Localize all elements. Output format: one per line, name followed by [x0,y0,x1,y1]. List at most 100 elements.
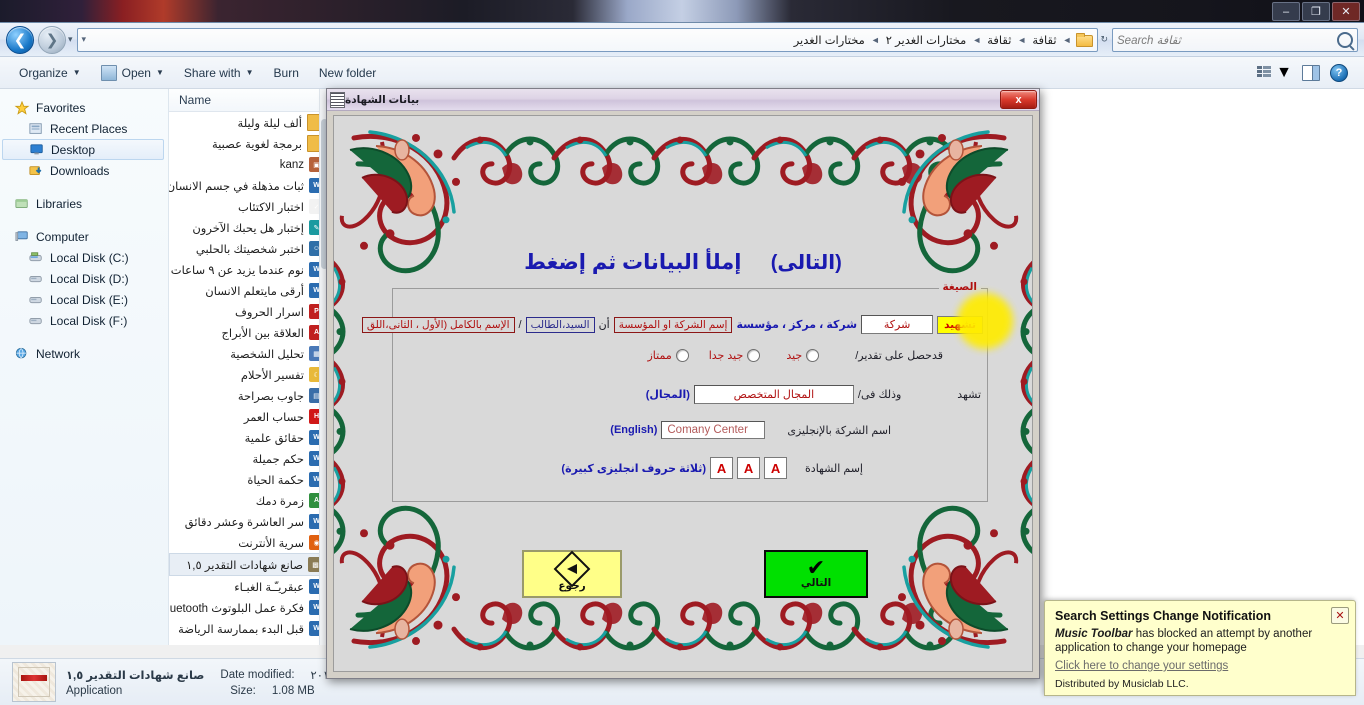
file-list-item[interactable]: ▣ kanz [169,154,329,175]
sidebar-item-label: Recent Places [50,121,128,136]
certificate-name-row: إسم الشهادة A A A (ثلاثة حروف انجليزى كب… [561,457,863,479]
file-list-item[interactable]: W حقائق علمية [169,427,329,448]
share-with-button[interactable]: Share with ▼ [175,62,263,84]
dialog-body: (التالى) إملأ البيانات ثم إضغط الصيغة تش… [333,115,1033,672]
dialog-heading: (التالى) إملأ البيانات ثم إضغط [334,250,1032,275]
sidebar-item-libraries[interactable]: Libraries [0,193,168,214]
letter-box-0[interactable]: A [764,457,788,479]
file-list-item[interactable]: H حساب العمر [169,406,329,427]
file-list-item[interactable]: ▩ صانع شهادات التقدير ١,٥ [169,553,329,576]
file-list-item[interactable]: W سر العاشرة وعشر دقائق [169,511,329,532]
file-list-item[interactable]: ▦ تحليل الشخصية [169,343,329,364]
folder-icon [1076,33,1094,47]
share-with-label: Share with [183,65,241,80]
file-list-item[interactable]: W حكم جميلة [169,448,329,469]
entity-input[interactable]: شركة [861,315,934,334]
testify-label: تشهد [957,389,981,401]
preview-pane-icon[interactable] [1302,64,1320,81]
sidebar-item-local-disk-f[interactable]: Local Disk (F:) [0,310,168,331]
file-name: زمرة دمك [255,495,304,508]
sidebar-item-computer[interactable]: Computer [0,226,168,247]
file-list-item[interactable]: W أرقى مايتعلم الانسان [169,280,329,301]
next-button-label: التالي [800,577,832,589]
change-view-button[interactable]: ▼ [1257,64,1292,82]
file-list-item[interactable]: W قبل البدء بممارسة الرياضة [169,618,329,639]
file-list-item[interactable]: W نوم عندما يزيد عن ٩ ساعات [169,259,329,280]
sidebar-item-recent-places[interactable]: Recent Places [0,118,168,139]
dialog-title-bar[interactable]: بيانات الشهادة x [327,89,1039,111]
grade-radio-1[interactable] [747,349,761,362]
notification-close-icon[interactable]: ✕ [1331,607,1349,624]
dialog-close-button[interactable]: x [1000,90,1037,109]
file-list-item[interactable]: ✓ اختبار الاكتئاب [169,196,329,217]
sidebar-item-local-disk-d[interactable]: Local Disk (D:) [0,268,168,289]
file-list-item[interactable]: ألف ليلة وليلة [169,112,329,133]
open-button[interactable]: Open ▼ [92,61,173,85]
field-input[interactable]: المجال المتخصص [693,385,854,404]
back-button[interactable]: رجوع [522,550,622,598]
open-label: Open [121,65,151,80]
file-list-item[interactable]: A العلاقة بين الأبراج [169,322,329,343]
sidebar-item-desktop[interactable]: Desktop [2,139,164,160]
file-list-item[interactable]: W حكمة الحياة [169,469,329,490]
search-input[interactable]: Search ثقافة [1112,27,1358,52]
file-list-item[interactable]: P اسرار الحروف [169,301,329,322]
file-list-item[interactable]: ▤ جاوب بصراحة [169,385,329,406]
file-list: ألف ليلة وليلة برمجة لغوية عصبية ▣ kanz W ثبا… [169,112,329,639]
heading-paren: (التالى) [770,252,842,274]
file-list-item[interactable]: Wفكرة عمل البلوتوث Bluetooth [169,597,329,618]
help-icon[interactable]: ? [1330,63,1348,82]
file-name: إختبار هل يحبك الآخرون [192,222,304,235]
person-title-box[interactable]: السيد،الطالب [525,316,595,333]
grade-radio-2[interactable] [675,349,689,362]
word-an-label: أن [598,319,610,331]
sidebar-item-network[interactable]: Network [0,343,168,364]
org-name-box[interactable]: إسم الشركة او المؤسسة [613,316,733,333]
address-bar[interactable]: ◄ ثقافة ◄ ثقافة ◄ مختارات الغدير ٢ ◄ مخت… [76,27,1099,52]
breadcrumb-item-1[interactable]: ثقافة [984,32,1014,48]
letter-box-2[interactable]: A [710,457,734,479]
breadcrumb-item-3[interactable]: مختارات الغدير [791,32,868,48]
address-dropdown-icon[interactable]: ▾ [81,34,88,45]
file-list-item[interactable]: W ثبات مذهلة في جسم الانسان [169,175,329,196]
file-list-item[interactable]: A زمرة دمك [169,490,329,511]
file-list-item[interactable]: ☾ تفسير الأحلام [169,364,329,385]
grade-radio-0[interactable] [806,349,820,362]
command-toolbar: Organize ▼ Open ▼ Share with ▼ Burn New … [0,57,1364,89]
file-list-item[interactable]: W عبقريـّـة الغبـاء [169,576,329,597]
file-list-item[interactable]: ◉ سرية الأنترنت [169,532,329,553]
full-name-hint-box[interactable]: الإسم بالكامل (الأول ، الثانى،اللق [361,316,515,333]
file-list-item[interactable]: ☺ اختبر شخصيتك بالحلبي [169,238,329,259]
maximize-button[interactable]: ❐ [1302,2,1330,21]
file-name: حكمة الحياة [247,474,304,487]
column-header-name[interactable]: Name [169,89,329,112]
new-folder-button[interactable]: New folder [310,62,385,84]
sidebar-item-local-disk-e[interactable]: Local Disk (E:) [0,289,168,310]
sidebar-item-favorites[interactable]: Favorites [0,97,168,118]
back-icon[interactable]: ❮ [6,25,34,54]
refresh-icon[interactable]: ↻ [1100,34,1108,45]
status-date-modified-label: Date modified: [220,668,295,681]
close-button[interactable]: ✕ [1332,2,1360,21]
file-name: حكم جميلة [252,453,304,466]
history-chevron-down-icon[interactable]: ▾ [68,34,73,45]
organize-button[interactable]: Organize ▼ [10,62,90,84]
forward-icon[interactable]: ❯ [38,25,66,54]
next-button[interactable]: ✔ التالي [764,550,868,598]
file-list-pane: Name ألف ليلة وليلة برمجة لغوية عصبية ▣ kan… [169,89,330,645]
file-name: kanz [279,158,304,171]
notification-settings-link[interactable]: Click here to change your settings [1055,660,1228,672]
breadcrumb-item-0[interactable]: ثقافة [1029,32,1059,48]
burn-label: Burn [273,65,299,80]
sidebar-item-downloads[interactable]: Downloads [0,160,168,181]
file-list-item[interactable]: ✎ إختبار هل يحبك الآخرون [169,217,329,238]
minimize-button[interactable]: – [1272,2,1300,21]
burn-button[interactable]: Burn [265,62,308,84]
breadcrumb-item-2[interactable]: مختارات الغدير ٢ [883,32,970,48]
english-name-input[interactable]: Comany Center [661,421,766,439]
sidebar-item-local-disk-c[interactable]: Local Disk (C:) [0,247,168,268]
file-list-item[interactable]: برمجة لغوية عصبية [169,133,329,154]
hard-disk-icon [28,251,44,265]
letter-box-1[interactable]: A [737,457,761,479]
